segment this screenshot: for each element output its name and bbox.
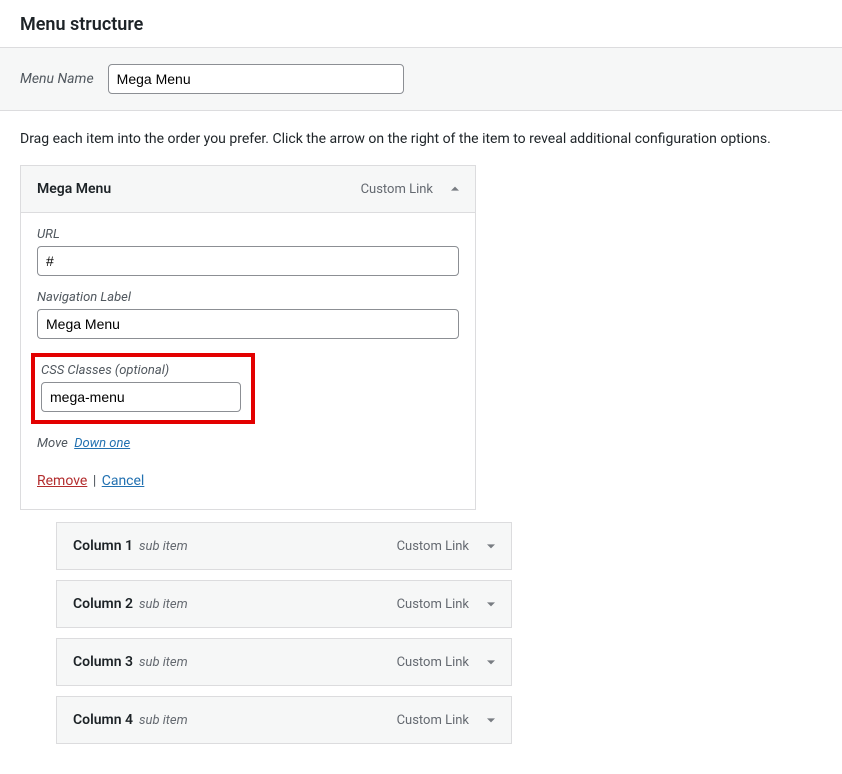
nav-label-field: Navigation Label	[37, 290, 459, 339]
menu-item-type: Custom Link	[397, 539, 469, 554]
chevron-down-icon[interactable]	[483, 654, 499, 670]
menu-item-column-3: Column 3 sub item Custom Link	[56, 638, 512, 686]
menu-item-header[interactable]: Column 4 sub item Custom Link	[57, 697, 511, 743]
nav-label-label: Navigation Label	[37, 290, 459, 305]
menu-item-subtitle: sub item	[139, 713, 188, 728]
url-input[interactable]	[37, 246, 459, 276]
css-classes-label: CSS Classes (optional)	[41, 363, 241, 378]
menu-item-title: Column 2	[73, 596, 133, 612]
chevron-down-icon[interactable]	[483, 538, 499, 554]
move-down-link[interactable]: Down one	[74, 436, 130, 451]
menu-item-type: Custom Link	[361, 182, 433, 197]
separator: |	[93, 473, 96, 489]
menu-item-header[interactable]: Column 1 sub item Custom Link	[57, 523, 511, 569]
menu-item-subtitle: sub item	[139, 597, 188, 612]
menu-structure-heading: Menu structure	[0, 0, 842, 48]
nav-label-input[interactable]	[37, 309, 459, 339]
menu-item-header[interactable]: Column 3 sub item Custom Link	[57, 639, 511, 685]
menu-item-subtitle: sub item	[139, 539, 188, 554]
instructions-text: Drag each item into the order you prefer…	[0, 111, 842, 165]
menu-name-input[interactable]	[108, 64, 404, 94]
menu-item-header[interactable]: Column 2 sub item Custom Link	[57, 581, 511, 627]
menu-item-type: Custom Link	[397, 655, 469, 670]
menu-item-subtitle: sub item	[139, 655, 188, 670]
menu-item-mega-menu: Mega Menu Custom Link URL Navigation Lab…	[20, 165, 476, 510]
remove-link[interactable]: Remove	[37, 473, 87, 489]
menu-item-type: Custom Link	[397, 713, 469, 728]
menu-item-column-1: Column 1 sub item Custom Link	[56, 522, 512, 570]
chevron-up-icon[interactable]	[447, 181, 463, 197]
cancel-link[interactable]: Cancel	[102, 473, 145, 489]
menu-item-title: Column 3	[73, 654, 133, 670]
menu-item-type: Custom Link	[397, 597, 469, 612]
menu-item-header[interactable]: Mega Menu Custom Link	[21, 166, 475, 212]
collapsed-list: Column 1 sub item Custom Link Column 2 s…	[20, 522, 822, 744]
css-classes-highlight: CSS Classes (optional)	[31, 353, 255, 424]
url-label: URL	[37, 227, 459, 242]
menu-item-column-4: Column 4 sub item Custom Link	[56, 696, 512, 744]
menu-item-title: Column 1	[73, 538, 133, 554]
menu-settings-bar: Menu Name	[0, 48, 842, 111]
url-field: URL	[37, 227, 459, 276]
chevron-down-icon[interactable]	[483, 712, 499, 728]
menu-item-body: URL Navigation Label CSS Classes (option…	[21, 212, 475, 509]
menu-item-title: Mega Menu	[37, 181, 111, 197]
action-row: Remove | Cancel	[37, 473, 459, 489]
menu-name-label: Menu Name	[20, 71, 94, 87]
menu-item-title: Column 4	[73, 712, 133, 728]
move-label: Move	[37, 436, 68, 451]
move-row: Move Down one	[37, 436, 459, 451]
css-classes-input[interactable]	[41, 382, 241, 412]
chevron-down-icon[interactable]	[483, 596, 499, 612]
menu-item-column-2: Column 2 sub item Custom Link	[56, 580, 512, 628]
menu-items-container: Mega Menu Custom Link URL Navigation Lab…	[0, 165, 842, 774]
